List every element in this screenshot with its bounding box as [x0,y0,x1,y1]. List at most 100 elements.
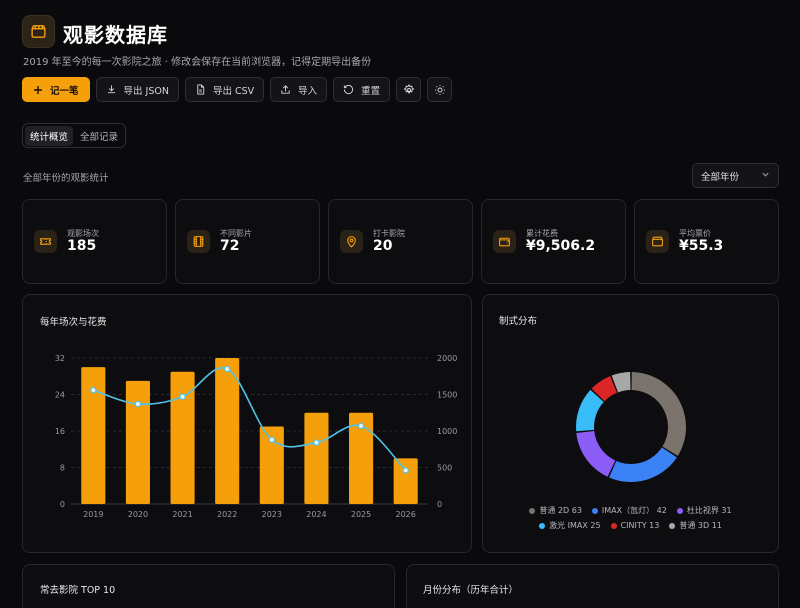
stat-card-cinemas: 打卡影院 20 [328,199,473,284]
y-left-tick-label: 16 [55,427,65,436]
stat-card-spending: 累计花费 ¥9,506.2 [481,199,626,284]
legend-item: 普通 3D 11 [669,520,722,531]
section-label: 全部年份的观影统计 [23,173,109,184]
spending-point-2019 [90,386,97,394]
legend-dot [591,507,598,514]
bar-2026 [393,458,418,504]
stat-value: ¥9,506.2 [526,238,596,254]
export-json-label: 导出 JSON [123,85,169,97]
legend-item: CINITY 13 [610,520,660,531]
legend-dot [676,507,683,514]
legend-label: CINITY 13 [620,521,660,530]
import-button[interactable]: 导入 [270,77,328,102]
sun-icon [434,84,446,96]
film-icon [187,230,210,253]
legend-label: 激光 IMAX 25 [549,521,601,530]
donut-slice-1 [609,447,677,482]
top-cinemas-title: 常去影院 TOP 10 [40,585,116,596]
format-legend-row-1: 普通 2D 63 IMAX（氙灯） 42 杜比视界 31 [483,505,778,516]
import-label: 导入 [298,85,318,97]
y-left-tick-label: 24 [55,391,65,400]
y-left-tick-label: 0 [60,500,65,509]
spending-point-2022 [223,365,231,373]
legend-label: 普通 3D 11 [679,521,722,530]
export-csv-label: 导出 CSV [212,85,255,97]
add-record-button[interactable]: 记一笔 [22,77,90,102]
format-chart-card: 制式分布 普通 2D 63 IMAX（氙灯） 42 杜比视界 31 激光 IMA… [482,294,779,553]
x-tick-label: 2024 [306,510,326,519]
legend-dot [539,522,546,529]
x-tick-label: 2023 [262,510,282,519]
x-tick-label: 2025 [351,510,371,519]
rotate-ccw-icon [343,84,354,95]
spending-point-2025 [357,422,365,430]
stat-value: ¥55.3 [679,238,724,254]
toolbar: 记一笔 导出 JSON 导出 CSV 导入 重置 [22,77,453,102]
plus-icon [33,85,43,95]
spending-point-2023 [268,436,276,443]
y-right-tick-label: 500 [437,464,452,473]
stat-card-average-price: 平均票价 ¥55.3 [634,199,779,284]
wallet-icon [493,230,516,253]
monthly-title: 月份分布（历年合计） [423,585,519,596]
page-subtitle: 2019 年至今的每一次影院之旅 · 修改会保存在当前浏览器，记得定期导出备份 [23,57,372,68]
year-select-value: 全部年份 [701,171,740,183]
x-tick-label: 2019 [83,510,103,519]
legend-dot [669,522,676,529]
chevron-down-icon [761,170,770,182]
view-tabs: 统计概览 全部记录 [22,123,127,148]
legend-item: IMAX（氙灯） 42 [591,505,667,516]
donut-slice-0 [631,372,686,456]
theme-toggle-button[interactable] [427,77,453,102]
legend-item: 杜比视界 31 [676,505,732,516]
legend-label: 普通 2D 63 [539,506,582,515]
yearly-chart-card: 每年场次与花费 0 8 16 24 32 0 500 1000 1500 2000 2019 2020… [22,294,472,553]
tab-all-records[interactable]: 全部记录 [75,126,123,146]
add-record-label: 记一笔 [50,85,79,97]
spending-point-2021 [179,393,186,400]
ticket-icon [34,230,57,253]
spending-point-2026 [402,467,409,474]
donut-slice-2 [576,431,616,477]
stat-value: 72 [220,238,240,254]
app-root: 观影数据库 2019 年至今的每一次影院之旅 · 修改会保存在当前浏览器，记得定… [0,0,800,608]
spending-point-2020 [134,400,142,408]
gear-icon [403,83,415,96]
y-left-tick-label: 8 [60,464,65,473]
tab-overview[interactable]: 统计概览 [25,125,74,146]
legend-item: 普通 2D 63 [529,505,582,516]
year-select[interactable]: 全部年份 [692,163,779,188]
y-right-tick-label: 1000 [437,427,457,436]
reset-label: 重置 [361,85,381,97]
stat-value: 20 [373,238,393,254]
stat-card-films: 不同影片 72 [175,199,320,284]
download-icon [106,84,117,95]
spending-point-2024 [313,439,320,446]
stat-value: 185 [67,238,97,254]
reset-button[interactable]: 重置 [333,77,391,102]
export-csv-button[interactable]: 导出 CSV [184,77,265,102]
legend-dot [529,507,536,514]
settings-button[interactable] [396,77,422,102]
bar-2020 [125,380,150,504]
legend-label: IMAX（氙灯） 42 [601,506,667,515]
x-tick-label: 2020 [128,510,148,519]
stat-card-screenings: 观影场次 185 [22,199,167,284]
clapperboard-logo-icon [22,15,55,48]
monthly-card: 月份分布（历年合计） [406,564,779,608]
bar-2022 [215,358,240,504]
y-right-tick-label: 2000 [437,354,457,363]
upload-icon [280,84,291,95]
top-cinemas-card: 常去影院 TOP 10 [22,564,395,608]
y-right-tick-label: 0 [437,500,442,509]
format-legend-row-2: 激光 IMAX 25 CINITY 13 普通 3D 11 [483,520,778,531]
legend-item: 激光 IMAX 25 [539,520,601,531]
legend-dot [610,522,617,529]
y-right-tick-label: 1500 [437,391,457,400]
bar-2024 [304,412,329,504]
page-title: 观影数据库 [63,23,168,47]
x-tick-label: 2021 [172,510,192,519]
map-pin-icon [340,230,363,253]
x-tick-label: 2026 [396,510,416,519]
export-json-button[interactable]: 导出 JSON [95,77,179,102]
